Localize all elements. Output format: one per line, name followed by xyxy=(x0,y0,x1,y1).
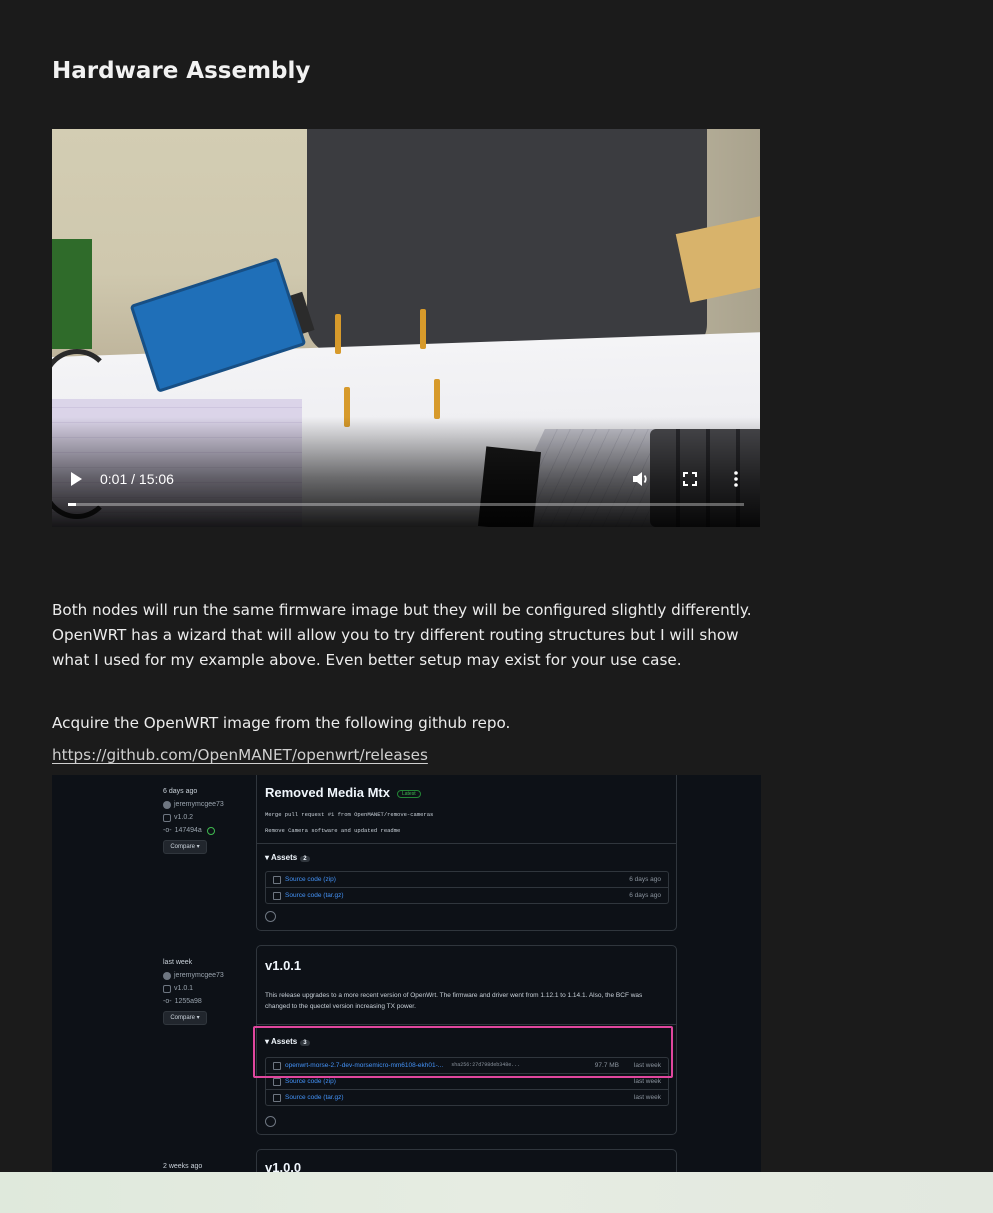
paragraph-firmware-intro: Both nodes will run the same firmware im… xyxy=(52,601,752,669)
repo-releases-link[interactable]: https://github.com/OpenMANET/openwrt/rel… xyxy=(52,743,428,768)
release-author[interactable]: jeremymcgee73 xyxy=(174,798,224,811)
video-frame-standoff xyxy=(420,309,426,349)
tag-icon xyxy=(163,813,171,822)
commit-icon: -o- xyxy=(163,998,172,1005)
play-icon[interactable] xyxy=(68,470,84,488)
release-title[interactable]: v1.0.1 xyxy=(265,958,301,973)
fullscreen-icon[interactable] xyxy=(680,469,700,489)
release-date: 6 days ago xyxy=(163,788,198,795)
release-tag[interactable]: v1.0.1 xyxy=(174,982,193,995)
assets-list: Source code (zip) 6 days ago Source code … xyxy=(265,871,669,904)
release-commit[interactable]: 1255a98 xyxy=(175,995,202,1008)
bottom-bar xyxy=(0,1172,993,1213)
release-sidebar: last week jeremymcgee73 v1.0.1 -o- 1255a9… xyxy=(163,956,224,1025)
video-time: 0:01 / 15:06 xyxy=(100,471,174,487)
file-zip-icon xyxy=(273,891,281,900)
volume-icon[interactable] xyxy=(630,469,650,489)
video-frame-raspberry-pi xyxy=(52,239,92,349)
file-zip-icon xyxy=(273,1093,281,1102)
release-notes: Remove Camera software and updated readm… xyxy=(265,827,401,834)
video-player[interactable]: 0:01 / 15:06 xyxy=(52,129,760,527)
release-date: last week xyxy=(163,959,193,966)
more-vertical-icon[interactable] xyxy=(726,469,746,489)
video-progress-fill xyxy=(68,503,77,506)
video-frame-person xyxy=(307,129,707,354)
commit-icon: -o- xyxy=(163,827,172,834)
assets-header[interactable]: ▾ Assets 2 xyxy=(265,853,310,862)
video-progress-bar[interactable] xyxy=(68,503,744,506)
file-zip-icon xyxy=(273,1077,281,1086)
verified-icon xyxy=(206,826,215,835)
asset-row[interactable]: Source code (tar.gz) 6 days ago xyxy=(266,887,668,903)
release-title[interactable]: Removed Media Mtx Latest xyxy=(265,785,421,800)
release-notes: This release upgrades to a more recent v… xyxy=(265,992,643,1010)
asset-row[interactable]: Source code (tar.gz) last week xyxy=(266,1089,668,1105)
divider xyxy=(257,1024,676,1025)
release-author[interactable]: jeremymcgee73 xyxy=(174,969,224,982)
video-frame-standoff xyxy=(335,314,341,354)
avatar xyxy=(163,971,171,980)
release-commit[interactable]: 147494a xyxy=(175,824,202,837)
release-tag[interactable]: v1.0.2 xyxy=(174,811,193,824)
compare-button[interactable]: Compare ▾ xyxy=(163,1011,207,1025)
asset-row[interactable]: Source code (zip) 6 days ago xyxy=(266,872,668,887)
section-heading: Hardware Assembly xyxy=(52,58,311,84)
tag-icon xyxy=(163,984,171,993)
release-card: Removed Media Mtx Latest Merge pull reque… xyxy=(256,775,677,931)
reaction-icon[interactable] xyxy=(265,911,276,922)
file-zip-icon xyxy=(273,875,281,884)
firmware-asset-highlight xyxy=(253,1026,673,1078)
compare-button[interactable]: Compare ▾ xyxy=(163,840,207,854)
divider xyxy=(257,843,676,844)
reaction-icon[interactable] xyxy=(265,1116,276,1127)
release-sidebar: 6 days ago jeremymcgee73 v1.0.2 -o- 14749… xyxy=(163,785,224,854)
paragraph-acquire-image: Acquire the OpenWRT image from the follo… xyxy=(52,714,511,732)
release-commit-message: Merge pull request #1 from OpenMANET/rem… xyxy=(265,811,434,818)
github-releases-screenshot: 6 days ago jeremymcgee73 v1.0.2 -o- 14749… xyxy=(52,775,761,1175)
avatar xyxy=(163,800,171,809)
latest-badge: Latest xyxy=(396,789,421,798)
video-frame-standoff xyxy=(434,379,440,419)
